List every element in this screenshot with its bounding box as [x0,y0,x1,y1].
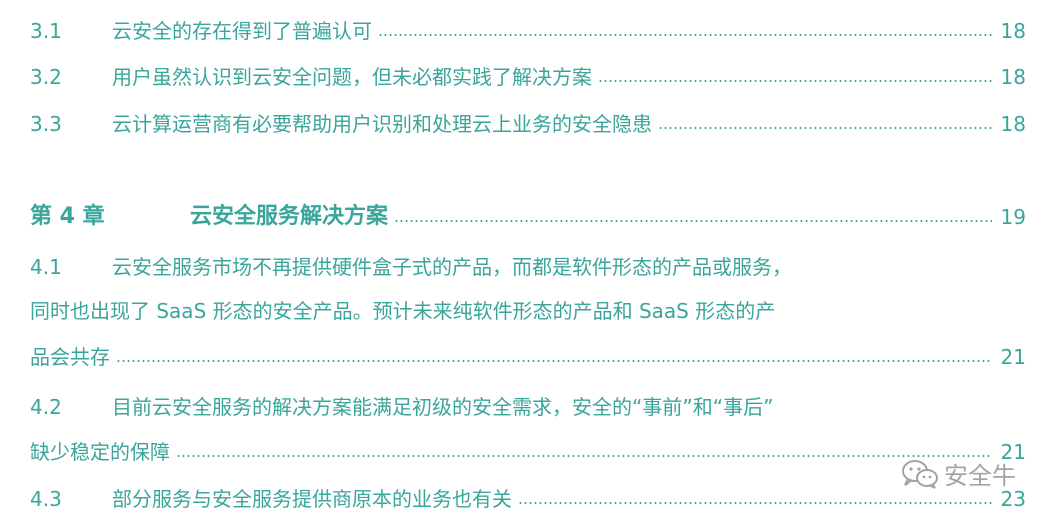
chapter-number: 第 4 章 [30,204,105,229]
chapter-title: 云安全服务解决方案 [190,204,389,229]
page-number: 18 [1000,19,1026,43]
section-title: 部分服务与安全服务提供商原本的业务也有关 [112,487,512,511]
leader-dots [394,220,992,222]
page-number: 18 [1000,65,1026,89]
toc-entry-4-2[interactable]: 4.2 目前云安全服务的解决方案能满足初级的安全需求，安全的“事前”和“事后” [30,394,1026,420]
watermark: 安全牛 [900,456,1016,491]
wechat-icon [900,458,940,490]
section-number: 3.2 [30,65,62,89]
toc-entry-4-2-end[interactable]: 缺少稳定的保障 21 [30,439,1026,465]
page-number: 19 [1000,205,1026,229]
leader-dots [378,34,992,36]
watermark-text: 安全牛 [944,462,1016,490]
toc-entry-4-1-end[interactable]: 品会共存 21 [30,344,1026,370]
section-title: 用户虽然认识到云安全问题，但未必都实践了解决方案 [112,65,592,89]
section-title-line-2: 同时也出现了 SaaS 形态的安全产品。预计未来纯软件形态的产品和 SaaS 形… [30,299,776,323]
section-title-line-1: 目前云安全服务的解决方案能满足初级的安全需求，安全的“事前”和“事后” [112,395,774,419]
toc-entry-3-2[interactable]: 3.2 用户虽然认识到云安全问题，但未必都实践了解决方案 18 [30,64,1026,90]
leader-dots [598,80,992,82]
toc-entry-4-3[interactable]: 4.3 部分服务与安全服务提供商原本的业务也有关 23 [30,486,1026,512]
leader-dots [518,502,992,504]
leader-dots [658,127,992,129]
section-title: 云安全的存在得到了普遍认可 [112,19,372,43]
section-number: 4.2 [30,395,62,419]
toc-chapter-4[interactable]: 第 4 章 云安全服务解决方案 19 [30,204,1026,230]
section-number: 3.1 [30,19,62,43]
section-number: 4.1 [30,255,62,279]
section-title-line-1: 云安全服务市场不再提供硬件盒子式的产品，而都是软件形态的产品或服务， [112,255,792,279]
section-title: 云计算运营商有必要帮助用户识别和处理云上业务的安全隐患 [112,112,652,136]
toc-entry-3-3[interactable]: 3.3 云计算运营商有必要帮助用户识别和处理云上业务的安全隐患 18 [30,111,1026,137]
page-number: 18 [1000,112,1026,136]
page-number: 21 [1000,345,1026,369]
toc-entry-4-1[interactable]: 4.1 云安全服务市场不再提供硬件盒子式的产品，而都是软件形态的产品或服务， [30,254,1026,280]
section-number: 3.3 [30,112,62,136]
section-title-line-2: 缺少稳定的保障 [30,440,170,464]
leader-dots [176,455,992,457]
leader-dots [116,360,992,362]
section-number: 4.3 [30,487,62,511]
section-title-line-3: 品会共存 [30,345,110,369]
toc-entry-3-1[interactable]: 3.1 云安全的存在得到了普遍认可 18 [30,18,1026,44]
